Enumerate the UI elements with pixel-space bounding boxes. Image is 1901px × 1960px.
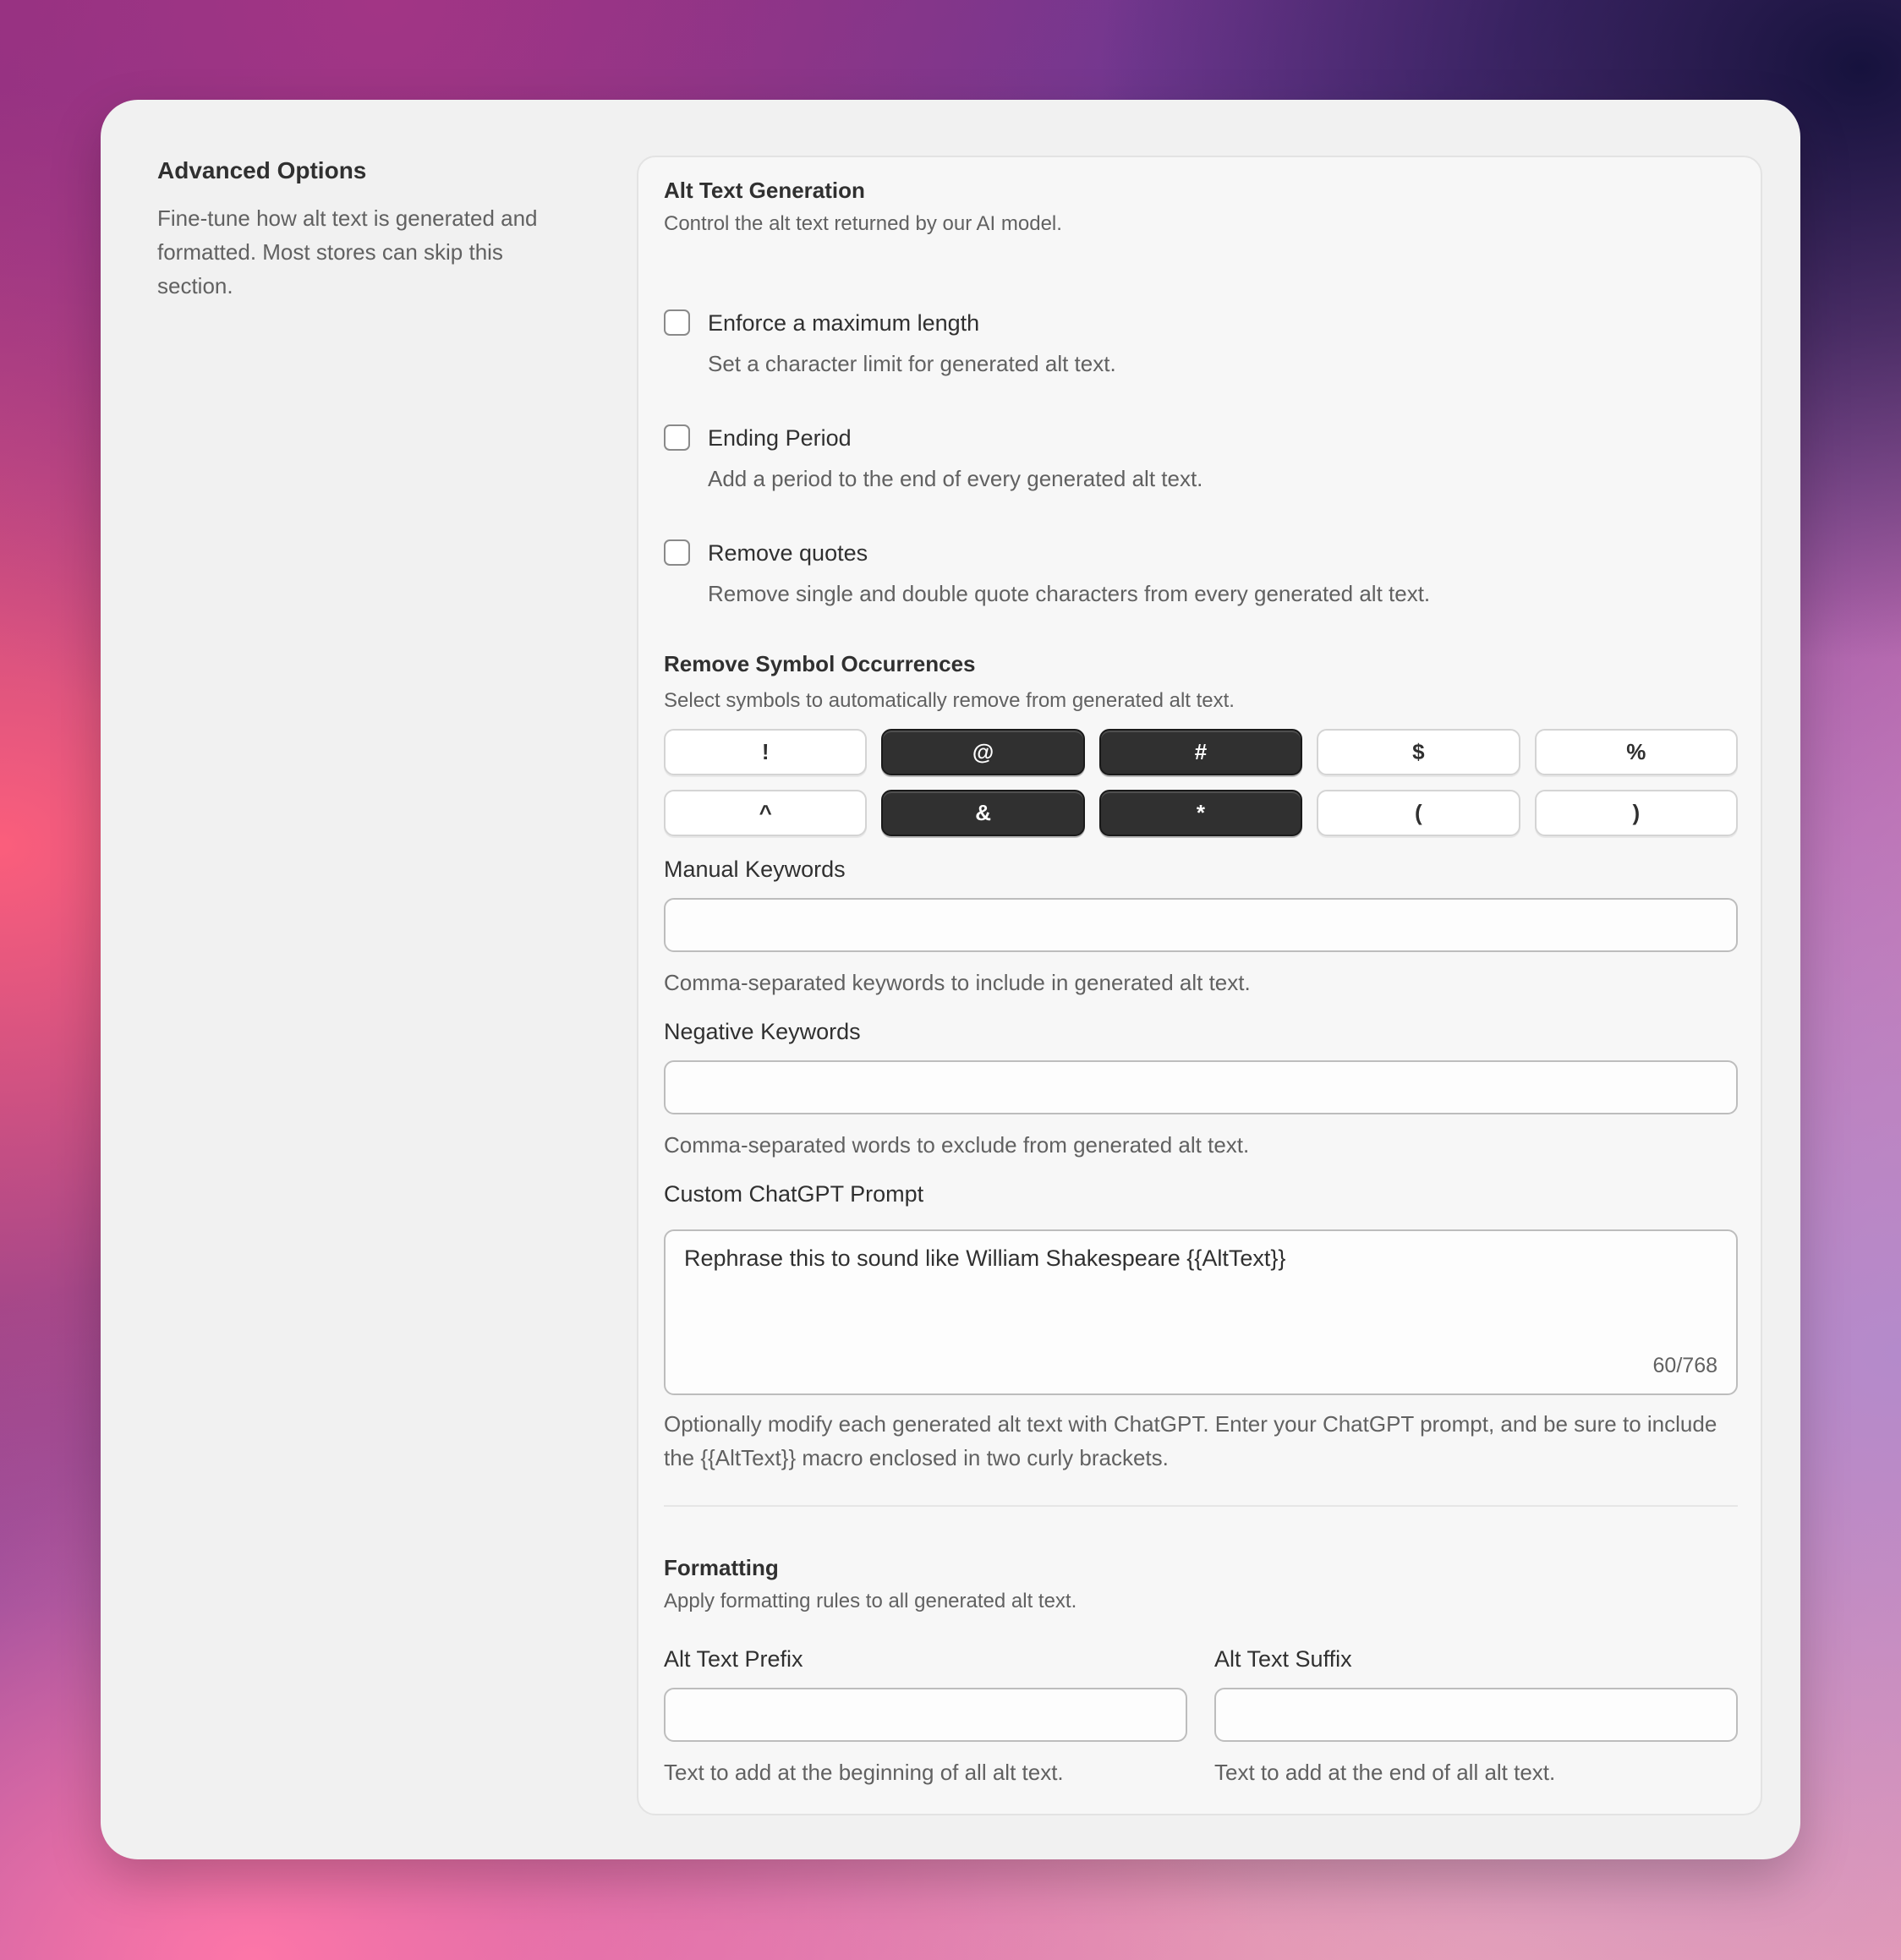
manual-keywords-input[interactable]: [664, 898, 1738, 952]
symbol-toggle-button[interactable]: #: [1098, 729, 1303, 775]
symbol-toggle-button[interactable]: %: [1534, 729, 1738, 775]
custom-prompt-help: Optionally modify each generated alt tex…: [664, 1411, 1717, 1470]
symbol-toggle-button[interactable]: ^: [664, 790, 868, 836]
generation-section-description: Control the alt text returned by our AI …: [664, 212, 1062, 235]
symbol-toggle-button[interactable]: ): [1534, 790, 1738, 836]
formatting-section-description: Apply formatting rules to all generated …: [664, 1590, 1077, 1612]
custom-prompt-label: Custom ChatGPT Prompt: [664, 1181, 924, 1207]
alt-text-prefix-help: Text to add at the beginning of all alt …: [664, 1760, 1064, 1785]
symbol-toggle-button[interactable]: &: [881, 790, 1085, 836]
symbols-section-title: Remove Symbol Occurrences: [664, 651, 976, 676]
symbol-toggle-button[interactable]: !: [664, 729, 868, 775]
alt-text-suffix-input[interactable]: [1214, 1688, 1738, 1742]
symbol-toggle-button[interactable]: @: [881, 729, 1085, 775]
symbols-section-description: Select symbols to automatically remove f…: [664, 689, 1235, 712]
page-title: Advanced Options: [157, 157, 367, 183]
negative-keywords-label: Negative Keywords: [664, 1019, 861, 1044]
page-description: Fine-tune how alt text is generated and …: [157, 205, 538, 298]
alt-text-suffix-label: Alt Text Suffix: [1214, 1646, 1352, 1672]
manual-keywords-label: Manual Keywords: [664, 857, 846, 882]
settings-panel: Alt Text Generation Control the alt text…: [637, 156, 1762, 1815]
alt-text-suffix-help: Text to add at the end of all alt text.: [1214, 1760, 1556, 1785]
symbol-toggle-button[interactable]: *: [1098, 790, 1303, 836]
option-help-text: Remove single and double quote character…: [708, 581, 1431, 606]
formatting-section-title: Formatting: [664, 1555, 779, 1580]
generation-section-title: Alt Text Generation: [664, 178, 865, 203]
option-label[interactable]: Enforce a maximum length: [708, 308, 979, 338]
negative-keywords-help: Comma-separated words to exclude from ge…: [664, 1132, 1250, 1158]
custom-prompt-textarea[interactable]: Rephrase this to sound like William Shak…: [664, 1229, 1738, 1395]
section-divider: [664, 1505, 1738, 1507]
symbol-toggle-button[interactable]: (: [1317, 790, 1520, 836]
ending-period-checkbox[interactable]: [664, 424, 690, 451]
manual-keywords-help: Comma-separated keywords to include in g…: [664, 970, 1251, 995]
sidebar-description: Advanced Options Fine-tune how alt text …: [157, 156, 580, 303]
option-help-text: Add a period to the end of every generat…: [708, 466, 1203, 491]
option-label[interactable]: Ending Period: [708, 423, 852, 453]
symbol-toggle-button[interactable]: $: [1317, 729, 1520, 775]
option-label[interactable]: Remove quotes: [708, 538, 868, 568]
custom-prompt-value[interactable]: Rephrase this to sound like William Shak…: [684, 1243, 1285, 1273]
alt-text-prefix-label: Alt Text Prefix: [664, 1646, 803, 1672]
advanced-options-card: Advanced Options Fine-tune how alt text …: [101, 100, 1800, 1859]
character-counter: 60/768: [1652, 1354, 1717, 1377]
remove-quotes-checkbox[interactable]: [664, 539, 690, 566]
negative-keywords-input[interactable]: [664, 1060, 1738, 1114]
alt-text-prefix-input[interactable]: [664, 1688, 1187, 1742]
symbol-toggle-grid: ! @ # $ % ^ & * ( ): [664, 729, 1738, 836]
max-length-checkbox[interactable]: [664, 309, 690, 336]
option-help-text: Set a character limit for generated alt …: [708, 351, 1116, 376]
